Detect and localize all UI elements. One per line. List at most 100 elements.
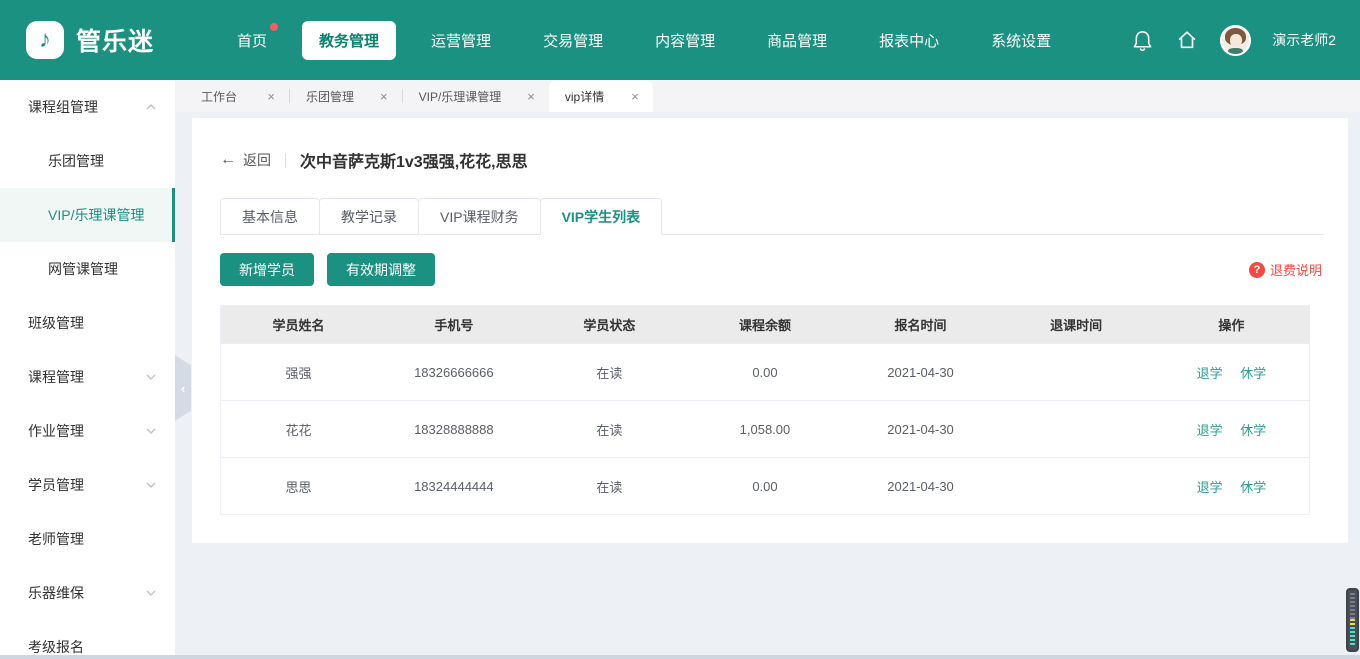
nav-item-label: 内容管理 <box>655 33 715 50</box>
tab-label: 教学记录 <box>341 209 397 225</box>
cell-enroll-date: 2021-04-30 <box>843 458 999 515</box>
sidebar-item-label: 作业管理 <box>28 421 145 441</box>
top-menu: 首页 教务管理 运营管理 交易管理 内容管理 商品管理 报表中心 系统设置 <box>220 21 1068 60</box>
close-icon[interactable]: × <box>631 89 639 104</box>
open-tab-vip-theory[interactable]: VIP/乐理课管理 × <box>403 80 549 112</box>
refund-note-link[interactable]: ? 退费说明 <box>1249 260 1324 279</box>
col-enroll-date: 报名时间 <box>843 306 999 344</box>
sidebar-item-instrument-maintenance[interactable]: 乐器维保 <box>0 566 175 620</box>
nav-item-operations[interactable]: 运营管理 <box>414 21 508 60</box>
horizontal-scrollbar[interactable] <box>0 655 1360 659</box>
cell-withdraw-date <box>998 401 1154 458</box>
sidebar-item-label: 乐团管理 <box>48 151 157 171</box>
top-navigation-bar: ♪ 管乐迷 首页 教务管理 运营管理 交易管理 内容管理 商品管理 报表中心 系… <box>0 0 1360 80</box>
nav-item-reports[interactable]: 报表中心 <box>862 21 956 60</box>
meter-gray-segment <box>1350 593 1355 619</box>
withdraw-link[interactable]: 退学 <box>1197 423 1223 438</box>
nav-item-settings[interactable]: 系统设置 <box>974 21 1068 60</box>
activity-meter-widget <box>1346 588 1359 652</box>
open-tab-band-management[interactable]: 乐团管理 × <box>290 80 402 112</box>
cell-student-name: 花花 <box>221 401 377 458</box>
suspend-link[interactable]: 休学 <box>1240 480 1266 495</box>
avatar-face <box>1230 34 1242 47</box>
tab-teaching-records[interactable]: 教学记录 <box>319 198 419 235</box>
cell-actions: 退学 休学 <box>1154 458 1310 515</box>
sidebar-item-label: 老师管理 <box>28 529 157 549</box>
col-student-name: 学员姓名 <box>221 306 377 344</box>
main-area: 工作台 × 乐团管理 × VIP/乐理课管理 × vip详情 × <box>175 80 1360 655</box>
cell-status: 在读 <box>532 344 688 401</box>
sidebar-item-homework-management[interactable]: 作业管理 <box>0 404 175 458</box>
open-tab-vip-detail[interactable]: vip详情 × <box>549 80 653 112</box>
meter-teal-segment <box>1350 627 1355 647</box>
brand-name: 管乐迷 <box>76 22 154 58</box>
cell-student-name: 思思 <box>221 458 377 515</box>
page-title: 次中音萨克斯1v3强强,花花,思思 <box>300 148 528 172</box>
cell-actions: 退学 休学 <box>1154 401 1310 458</box>
col-status: 学员状态 <box>532 306 688 344</box>
chevron-down-icon <box>145 425 157 437</box>
tab-vip-student-list[interactable]: VIP学生列表 <box>540 198 663 235</box>
sidebar-collapse-handle[interactable]: ‹ <box>175 355 191 421</box>
sidebar-menu: 课程组管理 乐团管理 VIP/乐理课管理 网管课管理 班级管理 课程管理 作业管… <box>0 80 175 655</box>
sidebar-item-exam-registration[interactable]: 考级报名 <box>0 620 175 659</box>
topbar-right-controls: 演示老师2 <box>1130 25 1336 56</box>
nav-item-label: 教务管理 <box>319 33 379 50</box>
student-table: 学员姓名 手机号 学员状态 课程余额 报名时间 退课时间 操作 强强 18326 <box>220 305 1310 515</box>
tab-basic-info[interactable]: 基本信息 <box>220 198 320 235</box>
cell-status: 在读 <box>532 401 688 458</box>
user-avatar[interactable] <box>1220 25 1251 56</box>
tab-label: 乐团管理 <box>306 88 354 105</box>
tab-label: VIP/乐理课管理 <box>419 88 502 105</box>
nav-item-label: 系统设置 <box>991 33 1051 50</box>
collapse-arrow-icon: ‹ <box>181 381 185 396</box>
adjust-validity-button[interactable]: 有效期调整 <box>327 253 435 286</box>
open-tab-workbench[interactable]: 工作台 × <box>185 80 289 112</box>
sidebar-item-label: 班级管理 <box>28 313 157 333</box>
add-student-button[interactable]: 新增学员 <box>220 253 314 286</box>
tab-vip-course-finance[interactable]: VIP课程财务 <box>418 198 541 235</box>
suspend-link[interactable]: 休学 <box>1240 366 1266 381</box>
back-button[interactable]: ← 返回 <box>220 150 271 170</box>
close-icon[interactable]: × <box>267 89 275 104</box>
sidebar-item-student-management[interactable]: 学员管理 <box>0 458 175 512</box>
nav-item-home[interactable]: 首页 <box>220 21 284 60</box>
detail-header: ← 返回 次中音萨克斯1v3强强,花花,思思 <box>220 148 1324 172</box>
sidebar-item-online-course-management[interactable]: 网管课管理 <box>0 242 175 296</box>
tab-label: VIP课程财务 <box>440 209 519 225</box>
current-user-name[interactable]: 演示老师2 <box>1272 30 1336 50</box>
close-icon[interactable]: × <box>527 89 535 104</box>
meter-yellow-segment <box>1350 619 1355 627</box>
chevron-down-icon <box>145 587 157 599</box>
open-tabs-bar: 工作台 × 乐团管理 × VIP/乐理课管理 × vip详情 × <box>175 80 1360 112</box>
sidebar-item-teacher-management[interactable]: 老师管理 <box>0 512 175 566</box>
table-row: 思思 18324444444 在读 0.00 2021-04-30 退学 休学 <box>221 458 1310 515</box>
suspend-link[interactable]: 休学 <box>1240 423 1266 438</box>
cell-student-name: 强强 <box>221 344 377 401</box>
home-icon[interactable] <box>1175 28 1199 52</box>
col-phone: 手机号 <box>376 306 532 344</box>
withdraw-link[interactable]: 退学 <box>1197 480 1223 495</box>
detail-tabs: 基本信息 教学记录 VIP课程财务 VIP学生列表 <box>220 198 1324 235</box>
nav-item-products[interactable]: 商品管理 <box>750 21 844 60</box>
sidebar-item-course-management[interactable]: 课程管理 <box>0 350 175 404</box>
nav-item-content[interactable]: 内容管理 <box>638 21 732 60</box>
bell-icon[interactable] <box>1130 28 1154 52</box>
table-row: 花花 18328888888 在读 1,058.00 2021-04-30 退学… <box>221 401 1310 458</box>
chevron-up-icon <box>145 101 157 113</box>
question-mark-icon: ? <box>1249 262 1265 278</box>
brand-logo-icon: ♪ <box>26 21 64 59</box>
sidebar-item-vip-theory-management[interactable]: VIP/乐理课管理 <box>0 188 175 242</box>
vip-detail-card: ← 返回 次中音萨克斯1v3强强,花花,思思 基本信息 教学记录 VIP课程财务… <box>192 118 1348 543</box>
cell-balance: 0.00 <box>687 344 843 401</box>
nav-item-academic[interactable]: 教务管理 <box>302 21 396 60</box>
nav-item-transactions[interactable]: 交易管理 <box>526 21 620 60</box>
withdraw-link[interactable]: 退学 <box>1197 366 1223 381</box>
nav-item-label: 运营管理 <box>431 33 491 50</box>
close-icon[interactable]: × <box>380 89 388 104</box>
table-row: 强强 18326666666 在读 0.00 2021-04-30 退学 休学 <box>221 344 1310 401</box>
cell-phone: 18324444444 <box>376 458 532 515</box>
sidebar-item-band-management[interactable]: 乐团管理 <box>0 134 175 188</box>
sidebar-item-course-groups[interactable]: 课程组管理 <box>0 80 175 134</box>
sidebar-item-class-management[interactable]: 班级管理 <box>0 296 175 350</box>
